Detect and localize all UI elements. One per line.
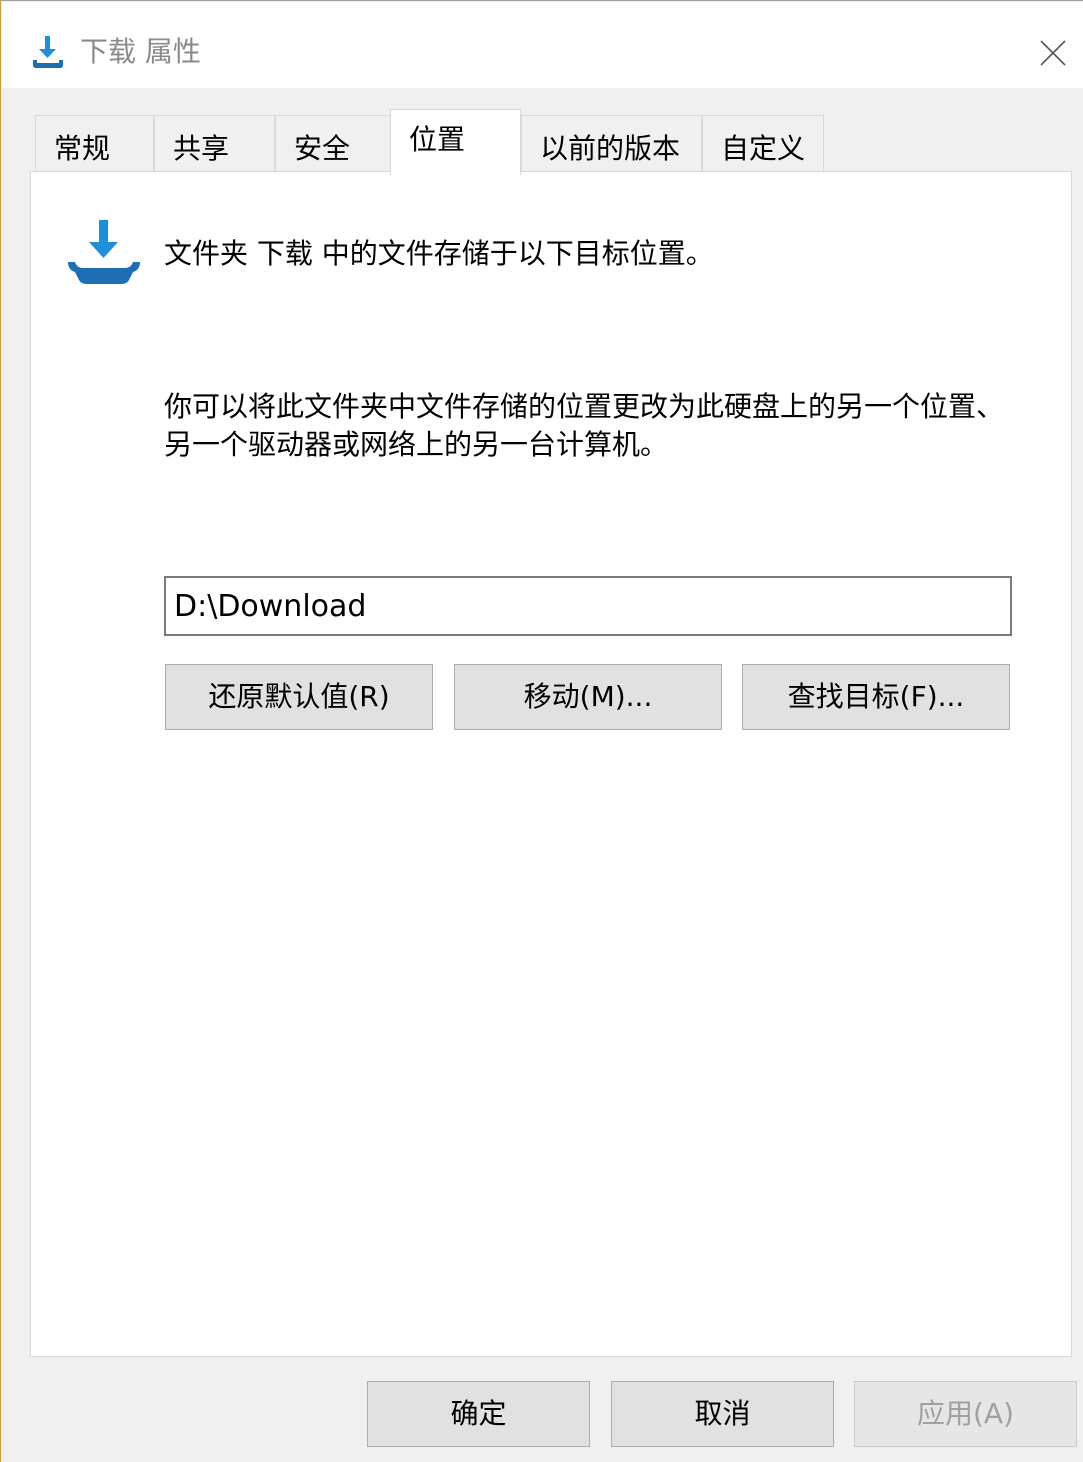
- find-target-button[interactable]: 查找目标(F)...: [742, 664, 1010, 730]
- cancel-button[interactable]: 取消: [611, 1381, 834, 1447]
- download-icon: [33, 36, 63, 68]
- close-icon[interactable]: [1028, 28, 1076, 76]
- properties-dialog: 下载 属性 常规 共享 安全 位置 以前的版本 自定义 文件夹 下载 中的文件存…: [0, 0, 1083, 1462]
- download-folder-icon: [68, 220, 140, 284]
- restore-default-button[interactable]: 还原默认值(R): [165, 664, 433, 730]
- tab-sharing[interactable]: 共享: [154, 115, 275, 173]
- apply-button[interactable]: 应用(A): [854, 1381, 1077, 1447]
- location-path-input[interactable]: [164, 576, 1012, 636]
- tab-previous-versions[interactable]: 以前的版本: [521, 115, 702, 173]
- location-panel: 文件夹 下载 中的文件存储于以下目标位置。 你可以将此文件夹中文件存储的位置更改…: [30, 171, 1072, 1357]
- tab-security[interactable]: 安全: [275, 115, 391, 173]
- title-bar: 下载 属性: [2, 2, 1083, 88]
- tab-location[interactable]: 位置: [390, 109, 521, 175]
- ok-button[interactable]: 确定: [367, 1381, 590, 1447]
- location-intro: 文件夹 下载 中的文件存储于以下目标位置。: [164, 237, 714, 270]
- move-button[interactable]: 移动(M)...: [454, 664, 722, 730]
- tab-general[interactable]: 常规: [35, 115, 154, 173]
- tab-customize[interactable]: 自定义: [702, 115, 824, 173]
- window-title: 下载 属性: [80, 35, 201, 68]
- location-description: 你可以将此文件夹中文件存储的位置更改为此硬盘上的另一个位置、另一个驱动器或网络上…: [164, 390, 1005, 461]
